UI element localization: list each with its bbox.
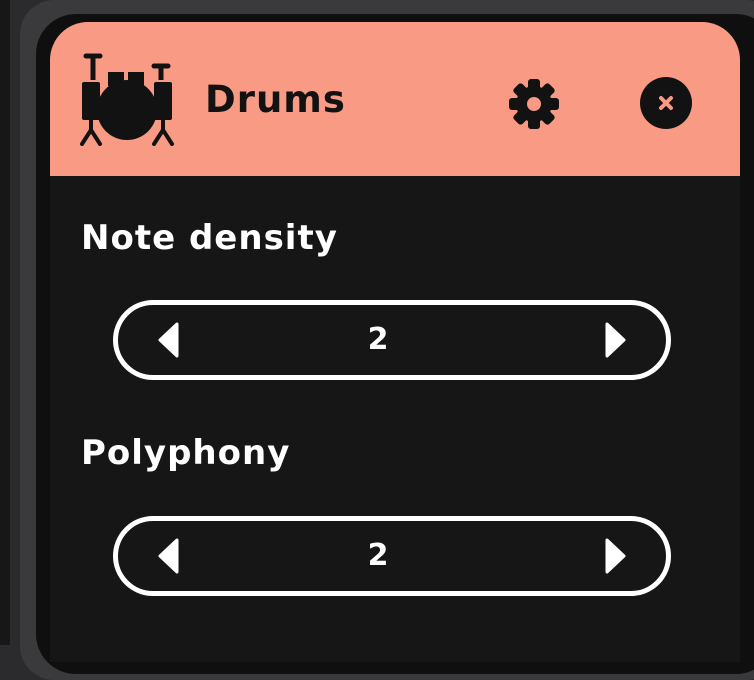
note-density-increment-button[interactable] — [586, 305, 646, 375]
window-edge — [0, 0, 10, 645]
polyphony-increment-button[interactable] — [586, 521, 646, 591]
instrument-header: Drums — [50, 22, 740, 176]
note-density-label: Note density — [81, 218, 338, 258]
settings-button[interactable] — [506, 76, 562, 132]
drum-kit-icon — [78, 52, 176, 146]
polyphony-stepper: 2 — [113, 516, 671, 596]
note-density-stepper: 2 — [113, 300, 671, 380]
instrument-title: Drums — [205, 78, 346, 121]
instrument-card: Drums Note density 2 Polyphony 2 — [50, 22, 740, 662]
gear-icon — [509, 79, 559, 129]
triangle-right-icon — [605, 322, 626, 358]
triangle-right-icon — [605, 538, 626, 574]
close-button[interactable] — [640, 77, 692, 129]
note-density-value: 2 — [367, 322, 389, 357]
polyphony-label: Polyphony — [81, 433, 291, 473]
close-icon — [659, 96, 673, 110]
polyphony-value: 2 — [367, 538, 389, 573]
